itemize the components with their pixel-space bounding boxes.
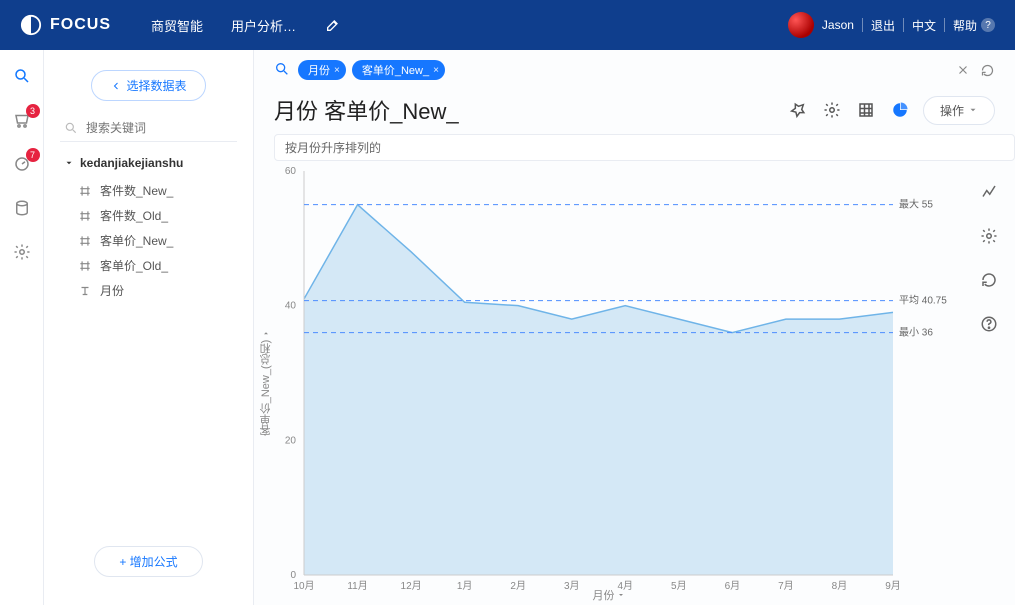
trendline-icon[interactable] xyxy=(978,181,1000,203)
lang-link[interactable]: 中文 xyxy=(912,17,936,34)
pill-close-icon[interactable]: × xyxy=(334,65,340,76)
query-bar: 月份 × 客单价_New_ × xyxy=(254,50,1015,86)
chevron-down-icon xyxy=(617,591,625,599)
svg-text:1月: 1月 xyxy=(457,580,473,592)
rail-badge-1: 7 xyxy=(26,148,40,162)
side-search-input[interactable] xyxy=(60,115,237,142)
tree-item-label: 客件数_Old_ xyxy=(100,207,168,224)
nav-item-user-analytics[interactable]: 用户分析… xyxy=(231,16,296,35)
x-axis-label[interactable]: 月份 xyxy=(593,587,625,603)
pill-label: 月份 xyxy=(308,62,330,78)
pill-close-icon[interactable]: × xyxy=(433,65,439,76)
icon-rail: 3 7 xyxy=(0,50,44,605)
svg-text:平均 40.75: 平均 40.75 xyxy=(899,295,947,307)
table-icon[interactable] xyxy=(855,99,877,121)
tree-item[interactable]: 客件数_New_ xyxy=(64,178,239,203)
svg-text:11月: 11月 xyxy=(347,580,367,592)
svg-text:9月: 9月 xyxy=(885,580,901,592)
text-field-icon xyxy=(78,284,92,298)
svg-text:2月: 2月 xyxy=(510,580,526,592)
nav-item-trade[interactable]: 商贸智能 xyxy=(151,16,203,35)
svg-text:40: 40 xyxy=(285,301,297,312)
rail-search-icon[interactable] xyxy=(12,66,32,86)
svg-text:20: 20 xyxy=(285,435,297,446)
pin-icon[interactable] xyxy=(787,99,809,121)
tree-item[interactable]: 客件数_Old_ xyxy=(64,203,239,228)
top-header: FOCUS 商贸智能 用户分析… Jason 退出 中文 帮助 ? xyxy=(0,0,1015,50)
svg-text:最大 55: 最大 55 xyxy=(899,198,933,211)
number-field-icon xyxy=(78,234,92,248)
svg-text:最小 36: 最小 36 xyxy=(899,327,933,339)
pill-label: 客单价_New_ xyxy=(362,62,429,78)
operation-button[interactable]: 操作 xyxy=(923,96,995,125)
chevron-left-icon xyxy=(110,80,122,92)
edit-icon[interactable] xyxy=(324,16,342,34)
tree-item[interactable]: 客单价_New_ xyxy=(64,228,239,253)
svg-text:7月: 7月 xyxy=(778,580,794,592)
rail-dashboard-icon[interactable]: 7 xyxy=(12,154,32,174)
chart-settings-icon[interactable] xyxy=(978,225,1000,247)
query-pill[interactable]: 客单价_New_ × xyxy=(352,60,445,80)
sort-hint[interactable]: 按月份升序排列的 xyxy=(274,134,1015,161)
avatar[interactable] xyxy=(788,12,814,38)
title-row: 月份 客单价_New_ 操作 xyxy=(254,86,1015,130)
y-axis-label[interactable]: 客单价_New_(总和) xyxy=(258,330,274,437)
number-field-icon xyxy=(78,184,92,198)
clear-icon[interactable] xyxy=(955,62,971,78)
rail-settings-icon[interactable] xyxy=(12,242,32,262)
rail-cart-icon[interactable]: 3 xyxy=(12,110,32,130)
svg-text:3月: 3月 xyxy=(564,580,580,592)
svg-text:10月: 10月 xyxy=(293,580,314,592)
rail-database-icon[interactable] xyxy=(12,198,32,218)
brand-logo-icon xyxy=(20,14,42,36)
tree-group[interactable]: kedanjiakejianshu xyxy=(64,156,239,170)
brand[interactable]: FOCUS xyxy=(20,14,111,36)
rail-badge-0: 3 xyxy=(26,104,40,118)
brand-text: FOCUS xyxy=(50,16,111,34)
caret-down-icon xyxy=(64,158,74,168)
chevron-down-icon xyxy=(262,330,270,338)
svg-text:5月: 5月 xyxy=(671,580,687,592)
chart-type-icon[interactable] xyxy=(889,99,911,121)
area-chart[interactable]: 020406010月11月12月1月2月3月4月5月6月7月8月9月最大 55平… xyxy=(254,161,963,605)
tree-item[interactable]: 月份 xyxy=(64,278,239,303)
svg-text:12月: 12月 xyxy=(401,580,422,592)
select-data-button[interactable]: 选择数据表 xyxy=(91,70,205,101)
search-icon xyxy=(64,121,78,135)
chevron-down-icon xyxy=(968,105,978,115)
reset-icon[interactable] xyxy=(978,269,1000,291)
tree-item-label: 月份 xyxy=(100,282,124,299)
tree-item-label: 客件数_New_ xyxy=(100,182,173,199)
svg-text:0: 0 xyxy=(290,570,296,581)
refresh-icon[interactable] xyxy=(979,62,995,78)
query-pill[interactable]: 月份 × xyxy=(298,60,346,80)
svg-text:8月: 8月 xyxy=(832,580,848,592)
svg-text:6月: 6月 xyxy=(725,580,741,592)
tree-item-label: 客单价_Old_ xyxy=(100,257,168,274)
number-field-icon xyxy=(78,209,92,223)
main-area: 月份 × 客单价_New_ × 月份 客单价_New_ xyxy=(254,50,1015,605)
svg-text:60: 60 xyxy=(285,166,297,177)
add-formula-button[interactable]: + 增加公式 xyxy=(94,546,202,577)
help-icon: ? xyxy=(981,18,995,32)
page-title: 月份 客单价_New_ xyxy=(274,94,459,126)
tree-item[interactable]: 客单价_Old_ xyxy=(64,253,239,278)
gear-icon[interactable] xyxy=(821,99,843,121)
search-icon xyxy=(274,61,290,80)
number-field-icon xyxy=(78,259,92,273)
help-link[interactable]: 帮助 ? xyxy=(953,17,995,34)
help-icon[interactable] xyxy=(978,313,1000,335)
tree-item-label: 客单价_New_ xyxy=(100,232,173,249)
side-panel: 选择数据表 kedanjiakejianshu 客件数_New_ 客件数_Old_… xyxy=(44,50,254,605)
logout-link[interactable]: 退出 xyxy=(871,17,895,34)
chart-tools xyxy=(963,161,1015,605)
chart-area: 客单价_New_(总和) 月份 020406010月11月12月1月2月3月4月… xyxy=(254,161,963,605)
username: Jason xyxy=(822,18,854,32)
